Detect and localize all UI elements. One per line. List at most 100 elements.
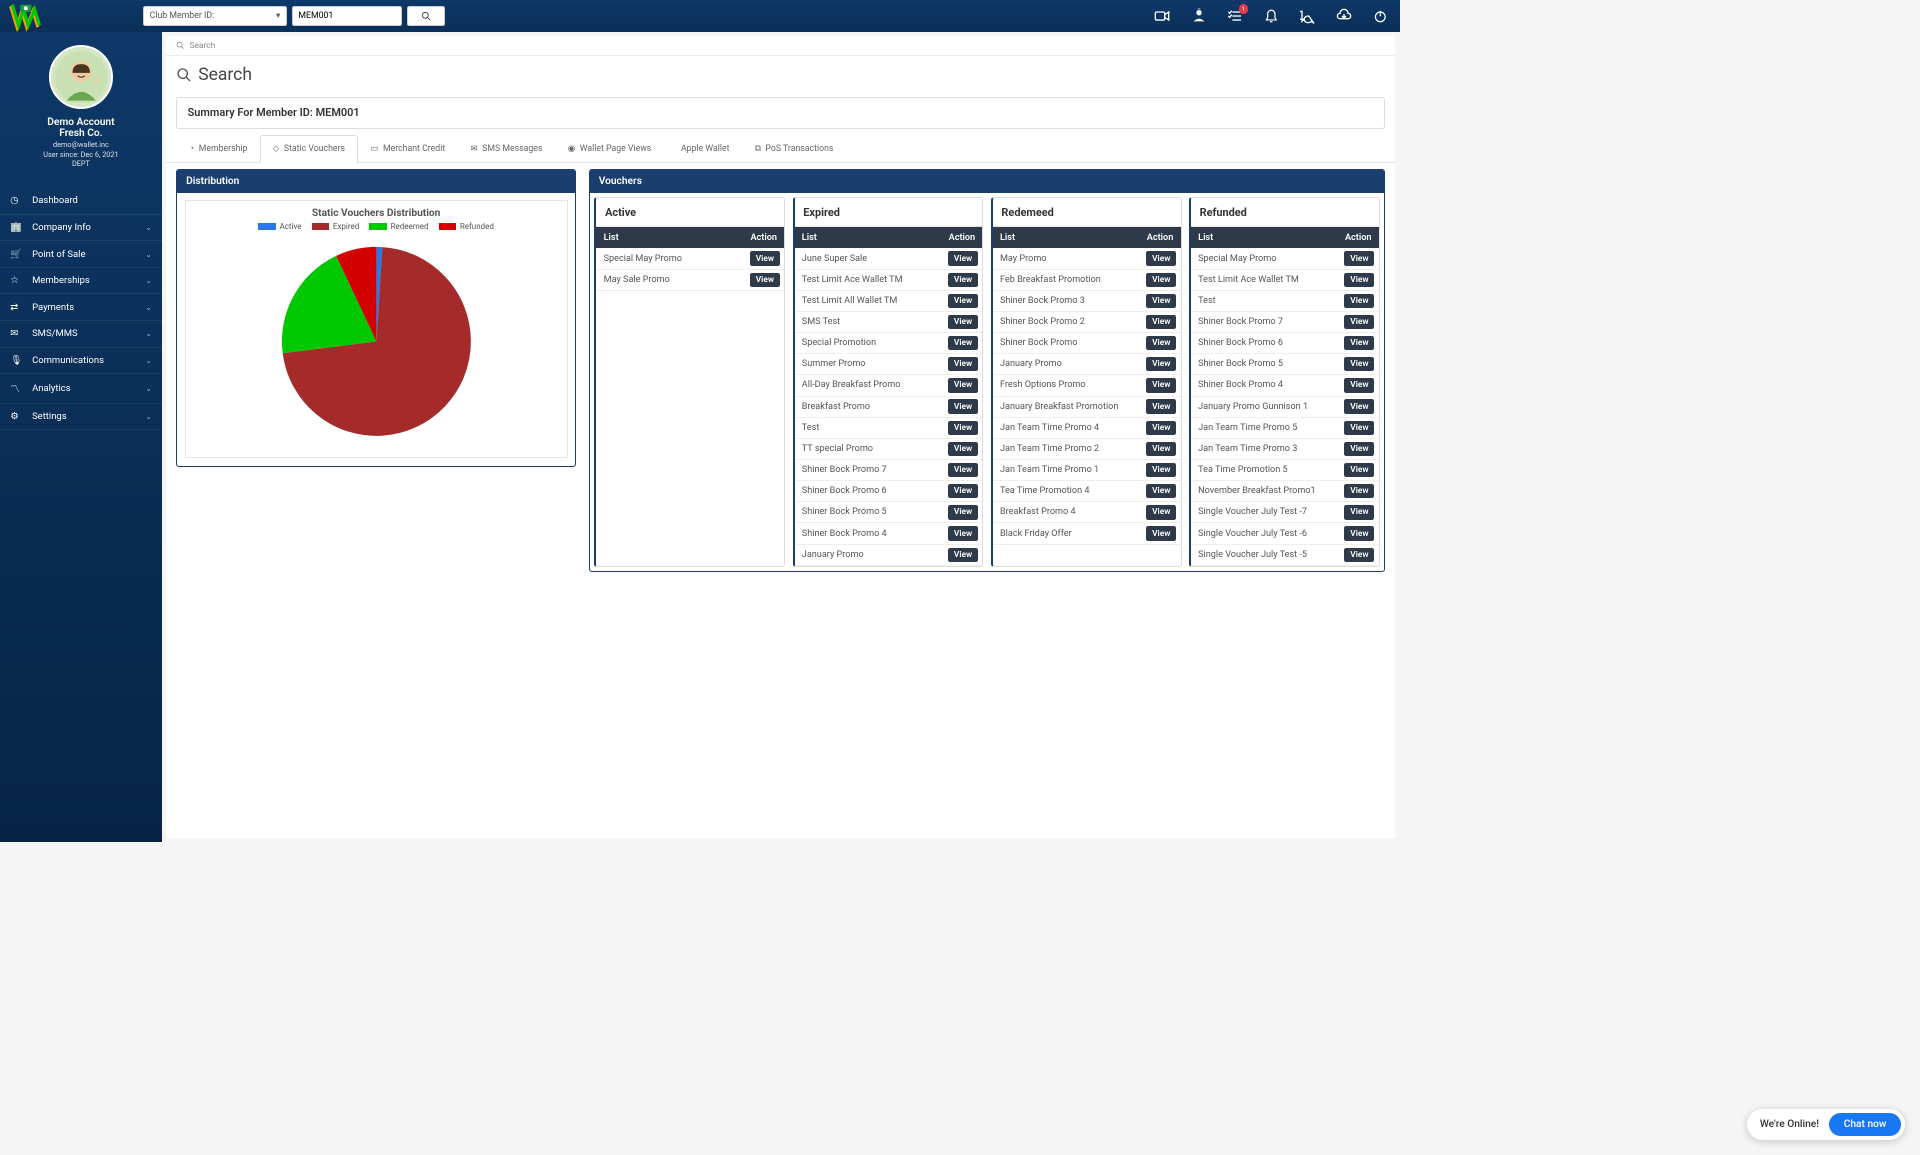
view-button[interactable]: View [750, 273, 780, 287]
voucher-name: Shiner Bock Promo 7 [795, 461, 942, 480]
view-button[interactable]: View [1344, 378, 1374, 392]
view-button[interactable]: View [948, 273, 978, 287]
tab-label: SMS Messages [482, 144, 542, 154]
view-button[interactable]: View [948, 378, 978, 392]
view-button[interactable]: View [1344, 399, 1374, 413]
view-button[interactable]: View [1344, 505, 1374, 519]
sidebar-item-dashboard[interactable]: ◷Dashboard [0, 188, 162, 215]
bell-icon[interactable] [1261, 6, 1281, 26]
voucher-col-title: Redemeed [993, 198, 1181, 227]
view-button[interactable]: View [948, 463, 978, 477]
view-button[interactable]: View [1146, 273, 1176, 287]
view-button[interactable]: View [948, 357, 978, 371]
view-button[interactable]: View [948, 505, 978, 519]
view-button[interactable]: View [1344, 294, 1374, 308]
voucher-col-body[interactable]: June Super SaleViewTest Limit Ace Wallet… [795, 248, 983, 565]
voucher-name: Breakfast Promo 4 [993, 503, 1140, 522]
member-id-input[interactable] [292, 6, 403, 26]
view-button[interactable]: View [1146, 484, 1176, 498]
voucher-row: January Promo Gunnison 1 View [1191, 397, 1379, 418]
chevron-down-icon: ⌄ [146, 356, 152, 365]
view-button[interactable]: View [948, 251, 978, 265]
voucher-name: January Promo Gunnison 1 [1191, 397, 1338, 416]
view-button[interactable]: View [1344, 251, 1374, 265]
legend-swatch [369, 223, 386, 230]
voucher-name: Single Voucher July Test -6 [1191, 524, 1338, 543]
view-button[interactable]: View [1146, 421, 1176, 435]
view-button[interactable]: View [1146, 315, 1176, 329]
view-button[interactable]: View [948, 294, 978, 308]
cloud-icon[interactable] [1334, 6, 1354, 26]
tab-wallet-page-views[interactable]: ◉Wallet Page Views [555, 135, 664, 163]
vouchers-panel: Vouchers ActiveListActionSpecial May Pro… [589, 169, 1385, 572]
view-button[interactable]: View [1146, 378, 1176, 392]
view-button[interactable]: View [948, 526, 978, 540]
sidebar-item-point-of-sale[interactable]: 🛒Point of Sale⌄ [0, 241, 162, 268]
view-button[interactable]: View [1344, 336, 1374, 350]
search-button[interactable] [407, 6, 445, 26]
sidebar-item-payments[interactable]: ⇄Payments⌄ [0, 294, 162, 321]
voucher-row: SMS TestView [795, 312, 983, 333]
view-button[interactable]: View [1146, 505, 1176, 519]
sidebar-item-company-info[interactable]: 🏢Company Info⌄ [0, 215, 162, 242]
chat-now-button[interactable]: Chat now [1829, 1113, 1901, 1136]
tab-pos-transactions[interactable]: ⧉PoS Transactions [742, 135, 846, 163]
chat-widget[interactable]: We're Online! Chat now [1747, 1109, 1906, 1140]
view-button[interactable]: View [1146, 251, 1176, 265]
pie-chart [278, 243, 475, 440]
voucher-col-header: ListAction [993, 227, 1181, 249]
video-icon[interactable] [1152, 6, 1172, 26]
view-button[interactable]: View [1146, 294, 1176, 308]
view-button[interactable]: View [1344, 273, 1374, 287]
sidebar-item-communications[interactable]: 🎙Communications⌄ [0, 348, 162, 375]
search-type-select[interactable]: Club Member ID: ▾ [143, 6, 287, 26]
sidebar-item-analytics[interactable]: 〽Analytics⌄ [0, 374, 162, 404]
sidebar-item-memberships[interactable]: ☆Memberships⌄ [0, 268, 162, 295]
tab-sms-messages[interactable]: ✉SMS Messages [458, 135, 555, 163]
view-button[interactable]: View [1146, 399, 1176, 413]
view-button[interactable]: View [1146, 357, 1176, 371]
support-icon[interactable] [1188, 6, 1208, 26]
view-button[interactable]: View [1344, 442, 1374, 456]
view-button[interactable]: View [1344, 484, 1374, 498]
view-button[interactable]: View [1344, 421, 1374, 435]
page-title-text: Search [198, 65, 252, 85]
tasks-icon[interactable]: 1 [1225, 6, 1245, 26]
view-button[interactable]: View [750, 251, 780, 265]
sidebar-item-settings[interactable]: ⚙Settings⌄ [0, 404, 162, 431]
view-button[interactable]: View [1146, 442, 1176, 456]
voucher-col-body[interactable]: May PromoViewFeb Breakfast PromotionView… [993, 248, 1181, 565]
view-button[interactable]: View [1146, 463, 1176, 477]
power-icon[interactable] [1371, 6, 1391, 26]
view-button[interactable]: View [1344, 315, 1374, 329]
voucher-row: Shiner Bock Promo 5View [1191, 354, 1379, 375]
view-button[interactable]: View [948, 484, 978, 498]
voucher-col-body[interactable]: Special May PromoViewTest Limit Ace Wall… [1191, 248, 1379, 565]
member-tabs: ◔Membership◇Static Vouchers▭Merchant Cre… [166, 135, 1395, 164]
voucher-row: Shiner Bock PromoView [993, 333, 1181, 354]
tab-merchant-credit[interactable]: ▭Merchant Credit [358, 135, 458, 163]
chat-icon[interactable] [1298, 6, 1318, 26]
voucher-col-body[interactable]: Special May PromoViewMay Sale PromoView [596, 248, 784, 565]
view-button[interactable]: View [948, 548, 978, 562]
voucher-row: Tea Time Promotion 4View [993, 481, 1181, 502]
view-button[interactable]: View [1146, 526, 1176, 540]
view-button[interactable]: View [1344, 463, 1374, 477]
view-button[interactable]: View [1146, 336, 1176, 350]
view-button[interactable]: View [948, 442, 978, 456]
view-button[interactable]: View [948, 421, 978, 435]
voucher-row: TestView [795, 418, 983, 439]
tab-membership[interactable]: ◔Membership [176, 135, 260, 163]
view-button[interactable]: View [1344, 357, 1374, 371]
sidebar-item-sms-mms[interactable]: ✉SMS/MMS⌄ [0, 321, 162, 348]
nav-label: Settings [32, 411, 67, 422]
view-button[interactable]: View [948, 336, 978, 350]
view-button[interactable]: View [1344, 548, 1374, 562]
tab-apple-wallet[interactable]: Apple Wallet [664, 135, 742, 163]
tab-static-vouchers[interactable]: ◇Static Vouchers [260, 135, 358, 163]
action-header: Action [936, 227, 983, 249]
voucher-row: Single Voucher July Test -6 View [1191, 523, 1379, 544]
view-button[interactable]: View [948, 399, 978, 413]
view-button[interactable]: View [948, 315, 978, 329]
view-button[interactable]: View [1344, 526, 1374, 540]
